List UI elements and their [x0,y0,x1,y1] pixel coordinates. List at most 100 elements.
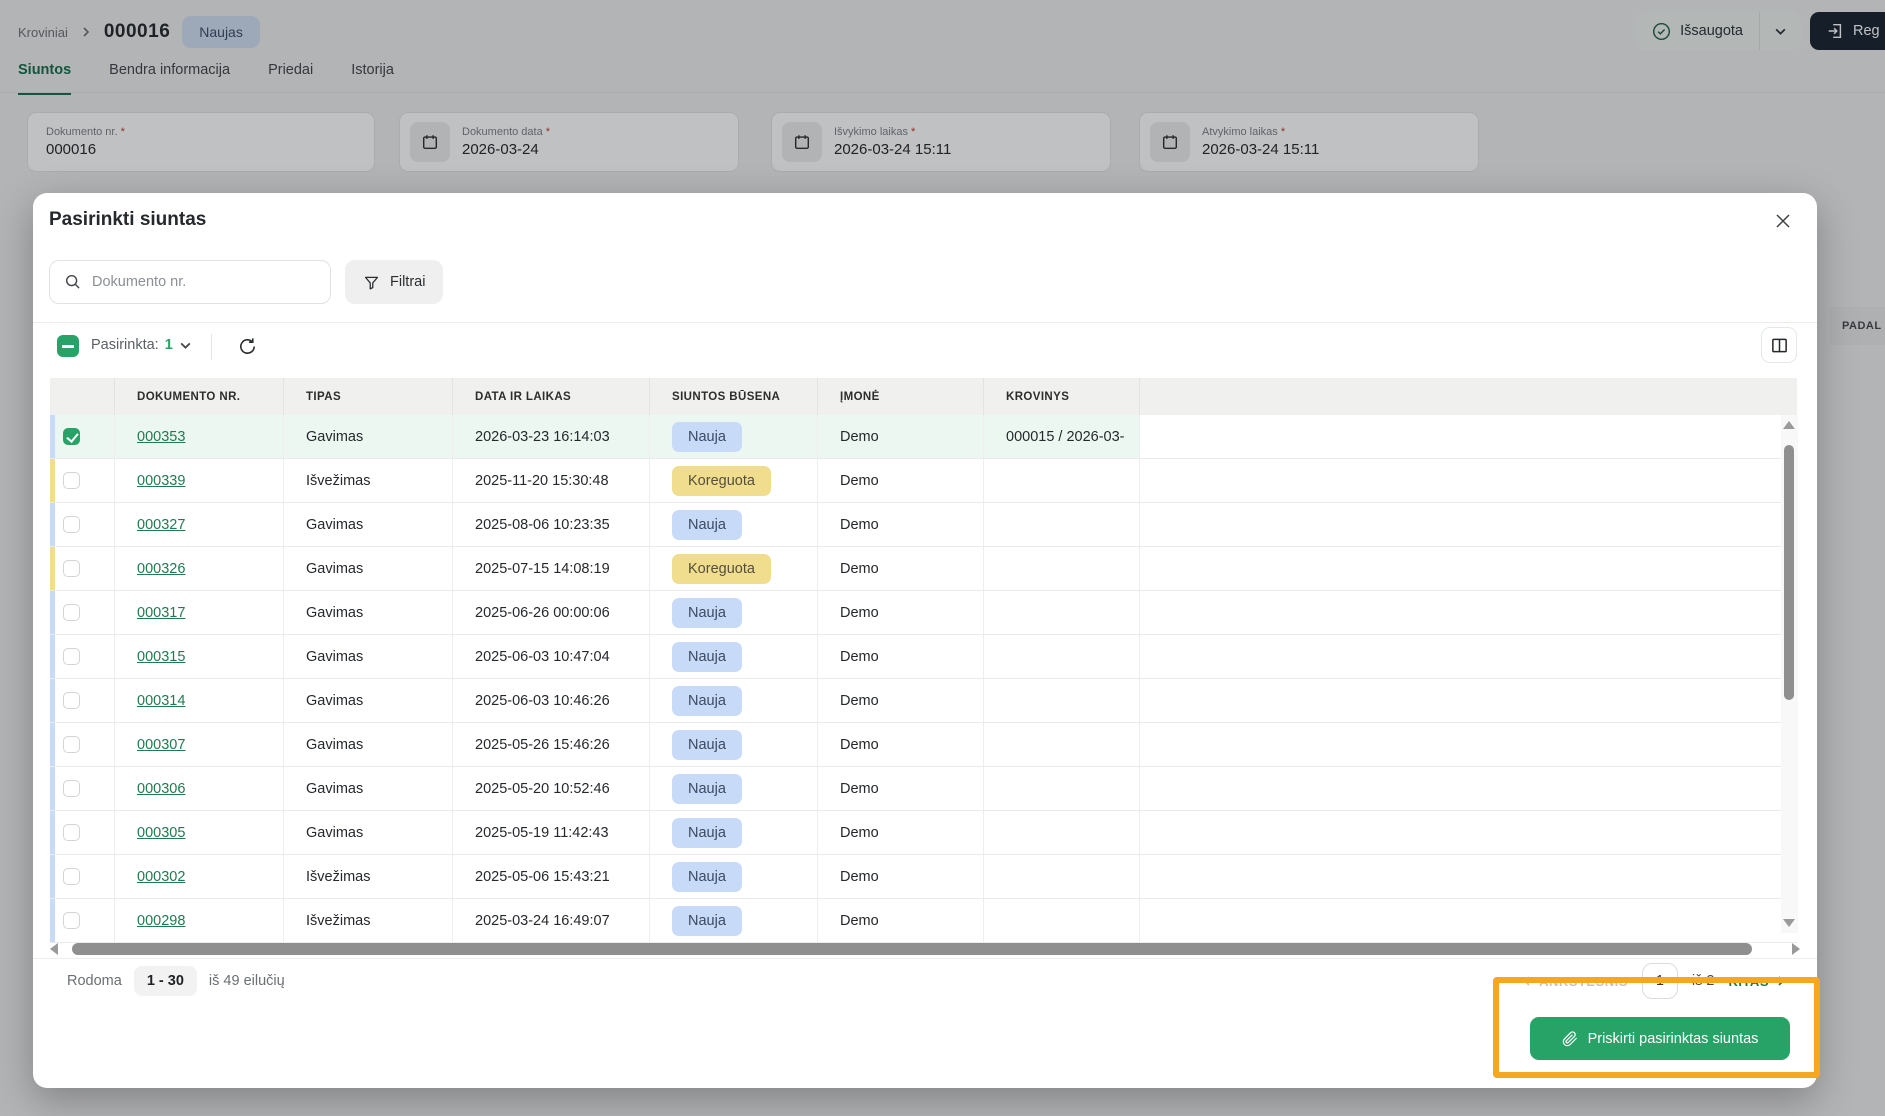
selected-count: 1 [165,337,173,353]
vertical-scrollbar-thumb[interactable] [1784,445,1794,700]
current-page-box[interactable]: 1 [1642,963,1678,999]
cell-filler [1140,547,1797,590]
row-checkbox[interactable] [63,604,80,621]
row-checkbox[interactable] [63,736,80,753]
table-row[interactable]: 000315 Gavimas 2025-06-03 10:47:04 Nauja… [50,635,1797,679]
column-header[interactable]: DOKUMENTO NR. [115,378,284,415]
doc-link[interactable]: 000327 [137,517,185,533]
table-row[interactable]: 000302 Išvežimas 2025-05-06 15:43:21 Nau… [50,855,1797,899]
cell-filler [1140,811,1797,854]
row-checkbox[interactable] [63,516,80,533]
cell-tipas: Gavimas [284,679,453,722]
column-header[interactable]: ĮMONĖ [818,378,984,415]
table-row[interactable]: 000339 Išvežimas 2025-11-20 15:30:48 Kor… [50,459,1797,503]
modal-title: Pasirinkti siuntas [49,209,206,231]
selected-count-label[interactable]: Pasirinkta: 1 [91,337,192,353]
cell-imone: Demo [818,459,984,502]
table-row[interactable]: 000307 Gavimas 2025-05-26 15:46:26 Nauja… [50,723,1797,767]
cell-krovinys [984,811,1140,854]
row-checkbox[interactable] [63,428,80,445]
cell-imone: Demo [818,811,984,854]
row-checkbox[interactable] [63,692,80,709]
row-checkbox[interactable] [63,472,80,489]
doc-link[interactable]: 000315 [137,649,185,665]
rows-total: iš 49 eilučių [209,973,285,989]
row-checkbox[interactable] [63,912,80,929]
cell-filler [1140,899,1797,942]
column-header[interactable]: TIPAS [284,378,453,415]
header-checkbox-column [50,378,115,415]
vertical-scrollbar[interactable] [1781,415,1798,933]
column-header[interactable]: DATA IR LAIKAS [453,378,650,415]
row-checkbox[interactable] [63,560,80,577]
doc-link[interactable]: 000298 [137,913,185,929]
table-row[interactable]: 000305 Gavimas 2025-05-19 11:42:43 Nauja… [50,811,1797,855]
row-checkbox[interactable] [63,824,80,841]
assign-selected-shipments-button[interactable]: Priskirti pasirinktas siuntas [1530,1017,1790,1060]
shipments-table: DOKUMENTO NR. TIPAS DATA IR LAIKAS SIUNT… [50,378,1797,943]
rows-range[interactable]: 1 - 30 [134,966,197,996]
cell-tipas: Išvežimas [284,459,453,502]
doc-link[interactable]: 000306 [137,781,185,797]
doc-link[interactable]: 000339 [137,473,185,489]
cell-tipas: Išvežimas [284,855,453,898]
row-checkbox[interactable] [63,648,80,665]
select-all-checkbox[interactable] [57,335,79,357]
horizontal-scrollbar[interactable] [50,941,1800,957]
cell-datetime: 2025-06-03 10:47:04 [453,635,650,678]
table-row[interactable]: 000326 Gavimas 2025-07-15 14:08:19 Koreg… [50,547,1797,591]
scroll-right-icon[interactable] [1792,943,1800,955]
scroll-down-icon[interactable] [1783,919,1795,927]
table-row[interactable]: 000298 Išvežimas 2025-03-24 16:49:07 Nau… [50,899,1797,943]
showing-label: Rodoma [67,973,122,989]
status-badge: Nauja [672,906,742,936]
row-checkbox[interactable] [63,868,80,885]
cell-krovinys [984,723,1140,766]
cell-tipas: Gavimas [284,723,453,766]
selection-toolbar: Pasirinkta: 1 [33,329,1817,365]
cell-krovinys [984,547,1140,590]
status-badge: Koreguota [672,466,771,496]
cell-krovinys [984,679,1140,722]
close-icon[interactable] [1773,211,1797,235]
columns-toggle-button[interactable] [1761,327,1797,363]
status-badge: Nauja [672,422,742,452]
cell-tipas: Gavimas [284,767,453,810]
divider [211,334,212,360]
doc-link[interactable]: 000307 [137,737,185,753]
horizontal-scrollbar-thumb[interactable] [72,943,1752,955]
next-label: KITAS [1728,974,1769,989]
scroll-left-icon[interactable] [50,943,58,955]
doc-link[interactable]: 000314 [137,693,185,709]
status-badge: Nauja [672,774,742,804]
search-input[interactable] [92,274,316,290]
search-box[interactable] [49,260,331,304]
column-header[interactable]: SIUNTOS BŪSENA [650,378,818,415]
scroll-up-icon[interactable] [1783,421,1795,429]
table-row[interactable]: 000353 Gavimas 2026-03-23 16:14:03 Nauja… [50,415,1797,459]
cell-imone: Demo [818,503,984,546]
table-row[interactable]: 000306 Gavimas 2025-05-20 10:52:46 Nauja… [50,767,1797,811]
next-page-button[interactable]: KITAS [1728,974,1787,989]
doc-link[interactable]: 000326 [137,561,185,577]
cell-imone: Demo [818,635,984,678]
table-row[interactable]: 000314 Gavimas 2025-06-03 10:46:26 Nauja… [50,679,1797,723]
doc-link[interactable]: 000305 [137,825,185,841]
row-checkbox[interactable] [63,780,80,797]
table-row[interactable]: 000327 Gavimas 2025-08-06 10:23:35 Nauja… [50,503,1797,547]
refresh-icon[interactable] [237,336,258,357]
cell-datetime: 2025-08-06 10:23:35 [453,503,650,546]
filter-button-label: Filtrai [390,274,425,290]
previous-page-button[interactable]: ANKSTESNIS [1521,974,1628,989]
table-row[interactable]: 000317 Gavimas 2025-06-26 00:00:06 Nauja… [50,591,1797,635]
cell-imone: Demo [818,679,984,722]
column-header[interactable]: KROVINYS [984,378,1140,415]
doc-link[interactable]: 000302 [137,869,185,885]
doc-link[interactable]: 000317 [137,605,185,621]
cell-imone: Demo [818,723,984,766]
cell-tipas: Gavimas [284,503,453,546]
filter-button[interactable]: Filtrai [345,260,443,304]
doc-link[interactable]: 000353 [137,429,185,445]
table-body: 000353 Gavimas 2026-03-23 16:14:03 Nauja… [50,415,1797,943]
cell-imone: Demo [818,855,984,898]
